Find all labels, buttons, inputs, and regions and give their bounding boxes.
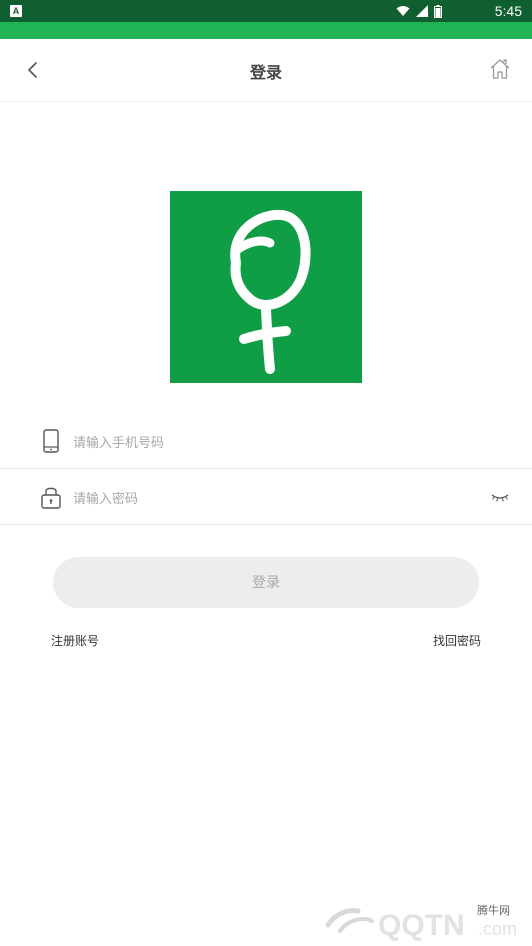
app-logo <box>170 191 362 383</box>
login-button[interactable]: 登录 <box>53 557 479 608</box>
signal-icon <box>416 5 428 17</box>
nav-bar: 登录 <box>0 39 532 102</box>
app-notification-icon: A <box>10 5 22 17</box>
status-icons <box>396 4 442 18</box>
phone-icon <box>43 429 59 453</box>
watermark-text: 腾牛网 <box>477 905 510 917</box>
page-title: 登录 <box>249 65 282 82</box>
password-field-row <box>0 470 532 525</box>
eye-closed-icon[interactable] <box>490 490 510 504</box>
password-input[interactable] <box>73 487 453 509</box>
svg-text:QQTN: QQTN <box>378 909 465 941</box>
header-accent-bar <box>0 22 532 39</box>
svg-text:.com: .com <box>478 919 517 939</box>
register-link[interactable]: 注册账号 <box>51 632 99 649</box>
logo-symbol-icon <box>230 209 311 374</box>
status-time: 5:45 <box>494 3 522 19</box>
wifi-icon <box>396 6 410 16</box>
phone-field-row <box>0 414 532 469</box>
forgot-password-link[interactable]: 找回密码 <box>433 632 481 649</box>
status-bar: A 5:45 <box>0 0 532 22</box>
battery-icon <box>434 4 442 18</box>
lock-icon <box>41 487 61 509</box>
phone-input[interactable] <box>73 431 453 453</box>
home-icon[interactable] <box>488 57 512 81</box>
